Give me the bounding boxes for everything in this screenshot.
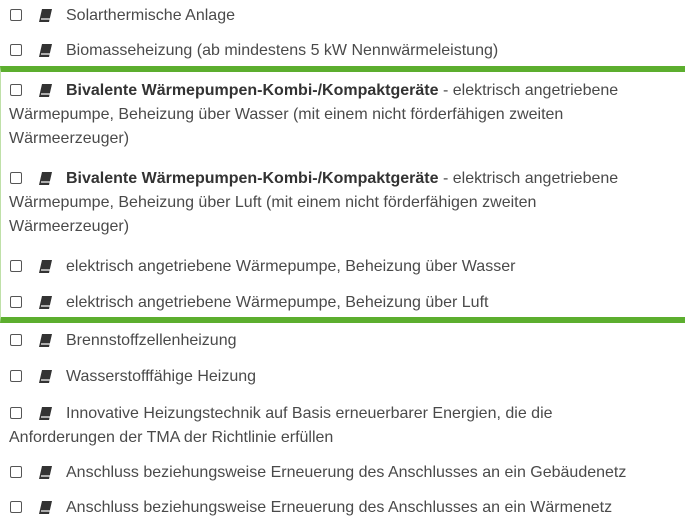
checkbox[interactable] <box>10 260 22 272</box>
book-icon[interactable] <box>39 466 52 479</box>
item-label: elektrisch angetriebene Wärmepumpe, Behe… <box>66 294 489 311</box>
book-icon[interactable] <box>39 172 52 185</box>
checkbox[interactable] <box>10 407 22 419</box>
checkbox[interactable] <box>10 370 22 382</box>
item-label-line: Wärmepumpe, Beheizung über Wasser (mit e… <box>9 106 564 123</box>
item-label-line: Wärmeerzeuger) <box>9 130 130 147</box>
book-icon[interactable] <box>39 84 52 97</box>
item-title: Bivalente Wärmepumpen-Kombi-/Kompaktgerä… <box>66 170 439 187</box>
item-label: Brennstoffzellenheizung <box>66 332 237 349</box>
checkbox[interactable] <box>10 501 22 513</box>
item-label: Solarthermische Anlage <box>66 7 235 24</box>
checkbox[interactable] <box>10 466 22 478</box>
item-label: Anschluss beziehungsweise Erneuerung des… <box>66 499 613 516</box>
book-icon[interactable] <box>39 44 52 57</box>
item-label-line: Wärmeerzeuger) <box>9 218 130 235</box>
book-icon[interactable] <box>39 296 52 309</box>
item-label: Biomasseheizung (ab mindestens 5 kW Nenn… <box>66 42 499 59</box>
item-label-line: Wärmepumpe, Beheizung über Luft (mit ein… <box>9 194 537 211</box>
item-label: Anschluss beziehungsweise Erneuerung des… <box>66 464 627 481</box>
book-icon[interactable] <box>39 260 52 273</box>
checkbox[interactable] <box>10 334 22 346</box>
item-label: - elektrisch angetriebene <box>438 82 619 99</box>
book-icon[interactable] <box>39 501 52 514</box>
book-icon[interactable] <box>39 334 52 347</box>
checkbox[interactable] <box>10 9 22 21</box>
book-icon[interactable] <box>39 9 52 22</box>
item-label: Wasserstofffähige Heizung <box>66 368 257 385</box>
checkbox[interactable] <box>10 44 22 56</box>
item-label: - elektrisch angetriebene <box>438 170 619 187</box>
item-label: elektrisch angetriebene Wärmepumpe, Behe… <box>66 258 516 275</box>
checkbox[interactable] <box>10 172 22 184</box>
book-icon[interactable] <box>39 407 52 420</box>
item-label-line: Anforderungen der TMA der Richtlinie erf… <box>9 429 334 446</box>
item-title: Bivalente Wärmepumpen-Kombi-/Kompaktgerä… <box>66 82 439 99</box>
item-label: Innovative Heizungstechnik auf Basis ern… <box>66 405 553 422</box>
checkbox[interactable] <box>10 84 22 96</box>
book-icon[interactable] <box>39 370 52 383</box>
checkbox[interactable] <box>10 296 22 308</box>
